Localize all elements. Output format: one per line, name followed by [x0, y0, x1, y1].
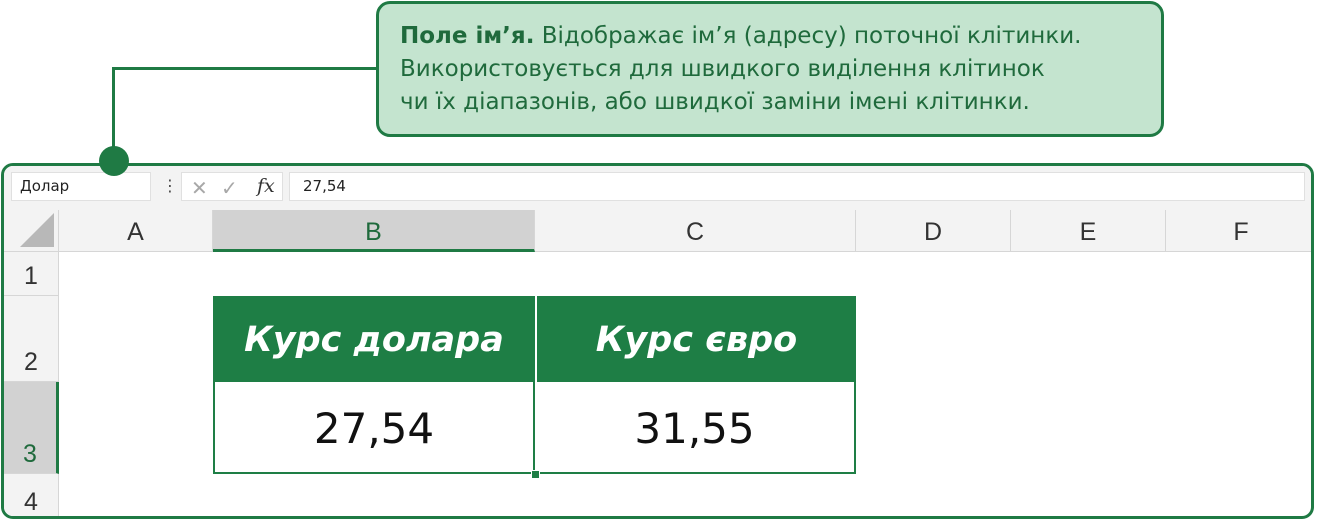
callout-text-1: Відображає ім’я (адресу) поточної клітин… — [541, 23, 1082, 49]
cancel-icon[interactable]: ✕ — [191, 176, 208, 200]
select-all-triangle-icon — [20, 213, 54, 247]
cell-b3-active[interactable]: 27,54 — [213, 382, 535, 474]
select-all-corner[interactable] — [4, 210, 59, 252]
callout-anchor-dot — [99, 146, 129, 176]
enter-icon[interactable]: ✓ — [221, 176, 238, 200]
more-options-icon[interactable]: ⋮ — [162, 176, 178, 196]
row-label-4: 4 — [24, 488, 38, 516]
formula-buttons: ✕ ✓ fx — [181, 172, 283, 201]
cell-c2-header[interactable]: Курс євро — [537, 296, 856, 382]
fill-handle[interactable] — [531, 470, 540, 479]
row-header-3[interactable]: 3 — [4, 382, 59, 474]
column-header-f[interactable]: F — [1166, 210, 1311, 252]
insert-function-icon[interactable]: fx — [257, 175, 275, 197]
callout-text-3: чи їх діапазонів, або швидкої заміни іме… — [400, 89, 1030, 115]
callout-text-2: Використовується для швидкого виділення … — [400, 56, 1045, 82]
column-header-e[interactable]: E — [1011, 210, 1166, 252]
column-header-a[interactable]: A — [59, 210, 213, 252]
row-label-3: 3 — [23, 440, 37, 468]
column-header-c[interactable]: C — [535, 210, 856, 252]
name-box-callout: Поле ім’я. Відображає ім’я (адресу) пото… — [376, 1, 1164, 137]
row-label-1: 1 — [24, 262, 38, 290]
callout-line-1: Поле ім’я. Відображає ім’я (адресу) пото… — [400, 20, 1141, 53]
cell-c3[interactable]: 31,55 — [535, 382, 856, 474]
row-header-2[interactable]: 2 — [4, 296, 59, 382]
name-box[interactable]: Долар — [11, 172, 151, 201]
callout-leader-horizontal — [112, 67, 378, 70]
row-header-1[interactable]: 1 — [4, 252, 59, 296]
callout-title: Поле ім’я. — [400, 23, 535, 49]
formula-bar: Долар ⋮ ✕ ✓ fx 27,54 — [4, 166, 1311, 211]
row-header-4[interactable]: 4 — [4, 474, 59, 516]
column-header-d[interactable]: D — [856, 210, 1011, 252]
column-header-b[interactable]: B — [213, 210, 535, 252]
spreadsheet-window: Долар ⋮ ✕ ✓ fx 27,54 A B C D E F 1 2 3 4… — [1, 163, 1314, 519]
row-label-2: 2 — [24, 348, 38, 376]
cell-b2-header[interactable]: Курс долара — [213, 296, 535, 382]
formula-input[interactable]: 27,54 — [289, 172, 1305, 201]
